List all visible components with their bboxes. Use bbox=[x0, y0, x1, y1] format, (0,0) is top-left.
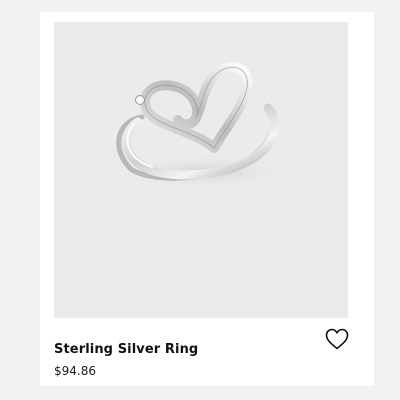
product-card[interactable]: Sterling Silver Ring $94.86 bbox=[40, 12, 374, 386]
wishlist-button[interactable] bbox=[324, 326, 350, 352]
product-name[interactable]: Sterling Silver Ring bbox=[54, 342, 198, 357]
heart-outline-icon bbox=[325, 328, 349, 350]
product-price: $94.86 bbox=[54, 364, 96, 378]
product-image[interactable] bbox=[54, 22, 348, 318]
ring-illustration bbox=[114, 62, 294, 190]
